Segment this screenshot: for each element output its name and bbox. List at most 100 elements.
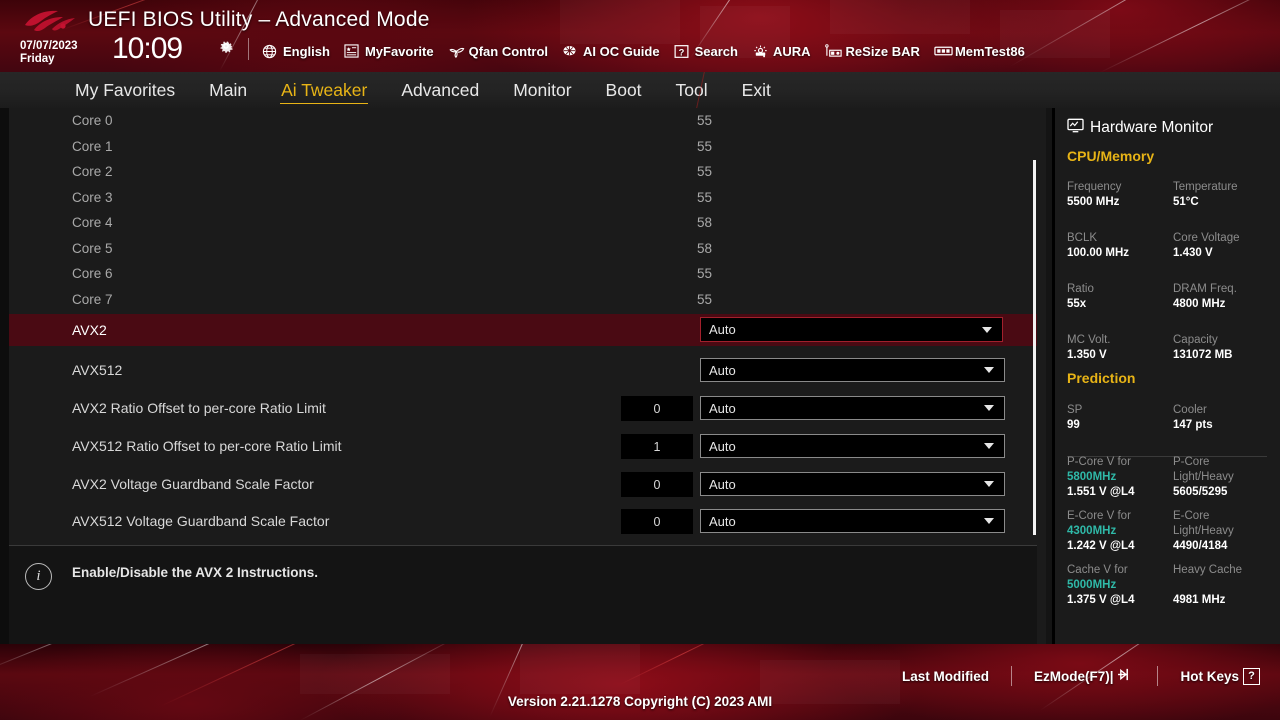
row-value: 55 — [697, 292, 713, 307]
table-row[interactable]: Core 3 55 — [9, 185, 1037, 210]
chevron-down-icon — [982, 326, 992, 333]
row-label: AVX2 Ratio Offset to per-core Ratio Limi… — [72, 400, 326, 416]
table-row[interactable]: Core 5 58 — [9, 236, 1037, 261]
hardware-monitor-title: Hardware Monitor — [1067, 118, 1213, 138]
row-label: Core 5 — [72, 241, 113, 256]
dropdown-value: Auto — [709, 322, 736, 337]
table-row[interactable]: Core 1 55 — [9, 134, 1037, 159]
footer-streak — [89, 644, 365, 697]
tab-main[interactable]: Main — [192, 78, 264, 102]
system-clock: 10:09 — [112, 32, 183, 65]
setting-row-avx512[interactable]: AVX512 Auto — [9, 351, 1037, 389]
header-streak — [1099, 0, 1280, 72]
tab-my-favorites[interactable]: My Favorites — [58, 78, 192, 102]
hot-keys-button[interactable]: Hot Keys ? — [1180, 667, 1260, 685]
last-modified-button[interactable]: Last Modified — [902, 669, 989, 684]
setting-row-avx512-ratio-offset[interactable]: AVX512 Ratio Offset to per-core Ratio Li… — [9, 427, 1037, 465]
hw-frequency: Frequency 5500 MHz — [1067, 180, 1121, 210]
hw-key: Frequency — [1067, 181, 1122, 193]
row-label: AVX2 — [72, 322, 107, 338]
tab-monitor[interactable]: Monitor — [496, 78, 588, 102]
dropdown-value: Auto — [709, 362, 736, 378]
avx512-voltage-guardband-input[interactable]: 0 — [621, 509, 693, 534]
tab-exit[interactable]: Exit — [725, 78, 788, 102]
header-item-ai-oc-guide[interactable]: AI OC Guide — [562, 44, 660, 59]
hw-value: 4981 MHz — [1173, 594, 1226, 606]
setting-row-avx2-ratio-offset[interactable]: AVX2 Ratio Offset to per-core Ratio Limi… — [9, 389, 1037, 427]
hw-ecore-light-heavy: E-Core Light/Heavy 4490/4184 — [1173, 509, 1234, 554]
dropdown-value: Auto — [709, 476, 736, 492]
settings-list: Core 0 55 Core 1 55 Core 2 55 Core 3 55 … — [9, 108, 1037, 542]
table-row[interactable]: Core 2 55 — [9, 159, 1037, 184]
hw-key: P-Core — [1173, 456, 1210, 468]
memory-icon — [934, 44, 953, 59]
hw-key: Core Voltage — [1173, 232, 1240, 244]
hw-value: 51°C — [1173, 196, 1199, 208]
header-item-memtest86[interactable]: MemTest86 — [934, 44, 1025, 59]
avx512-voltage-guardband-dropdown[interactable]: Auto — [700, 509, 1005, 533]
hw-ecore-voltage: E-Core V for 4300MHz 1.242 V @L4 — [1067, 509, 1134, 554]
hardware-monitor-panel: Hardware Monitor CPU/Memory Frequency 55… — [1052, 108, 1280, 644]
header-item-english[interactable]: English — [262, 44, 330, 59]
avx512-ratio-offset-dropdown[interactable]: Auto — [700, 434, 1005, 458]
avx512-dropdown[interactable]: Auto — [700, 358, 1005, 382]
avx2-voltage-guardband-dropdown[interactable]: Auto — [700, 472, 1005, 496]
rog-logo — [22, 8, 78, 36]
hw-cooler: Cooler 147 pts — [1173, 403, 1213, 433]
left-rail — [0, 108, 9, 644]
row-value: 55 — [697, 190, 713, 205]
hw-highlight: 5800MHz — [1067, 471, 1117, 483]
header-item-search[interactable]: ? Search — [674, 44, 738, 59]
header-item-myfavorite[interactable]: MyFavorite — [344, 44, 434, 59]
hw-value: 1.242 V @L4 — [1067, 540, 1135, 552]
header-item-label: MyFavorite — [364, 43, 434, 59]
avx2-dropdown[interactable]: Auto — [700, 317, 1003, 342]
gear-icon[interactable] — [218, 38, 234, 54]
scrollbar-thumb[interactable] — [1033, 160, 1036, 535]
avx512-ratio-offset-input[interactable]: 1 — [621, 434, 693, 459]
hw-value: 1.551 V @L4 — [1067, 486, 1135, 498]
hw-bclk: BCLK 100.00 MHz — [1067, 231, 1129, 261]
date-value: 07/07/2023 — [20, 40, 78, 52]
hw-section-prediction-title: Prediction — [1067, 370, 1136, 386]
tab-tool[interactable]: Tool — [659, 78, 725, 102]
row-label: Core 1 — [72, 139, 113, 154]
hot-keys-label: Hot Keys — [1180, 668, 1239, 684]
row-label: Core 6 — [72, 266, 113, 281]
tab-advanced[interactable]: Advanced — [384, 78, 496, 102]
avx2-voltage-guardband-input[interactable]: 0 — [621, 472, 693, 497]
table-row[interactable]: Core 4 58 — [9, 210, 1037, 235]
header-streak — [1009, 0, 1271, 67]
avx2-ratio-offset-dropdown[interactable]: Auto — [700, 396, 1005, 420]
hw-sp: SP 99 — [1067, 403, 1082, 433]
setting-row-avx2[interactable]: AVX2 Auto — [9, 314, 1037, 346]
table-row[interactable]: Core 6 55 — [9, 261, 1037, 286]
hw-key: SP — [1067, 404, 1083, 416]
setting-row-avx2-voltage-guardband[interactable]: AVX2 Voltage Guardband Scale Factor 0 Au… — [9, 465, 1037, 503]
tab-boot[interactable]: Boot — [589, 78, 659, 102]
tab-ai-tweaker[interactable]: Ai Tweaker — [264, 78, 384, 104]
hw-mc-volt: MC Volt. 1.350 V — [1067, 333, 1110, 363]
header-item-qfan-control[interactable]: Qfan Control — [448, 44, 548, 59]
footer-links: Last Modified EzMode(F7)| Hot Keys ? — [902, 666, 1260, 686]
ezmode-button[interactable]: EzMode(F7)| — [1034, 667, 1136, 685]
avx2-ratio-offset-input[interactable]: 0 — [621, 396, 693, 421]
hw-key: Cooler — [1173, 404, 1207, 416]
header-item-label: AURA — [772, 43, 811, 59]
table-row[interactable]: Core 0 55 — [9, 108, 1037, 133]
hw-value: 1.375 V @L4 — [1067, 594, 1135, 606]
hw-temperature: Temperature 51°C — [1173, 180, 1238, 210]
row-label: Core 7 — [72, 292, 113, 307]
help-bar: i Enable/Disable the AVX 2 Instructions. — [9, 546, 1037, 644]
enter-arrow-icon — [1117, 667, 1135, 685]
info-icon: i — [25, 563, 52, 590]
header-item-aura[interactable]: AURA — [752, 44, 811, 59]
row-label: AVX512 Voltage Guardband Scale Factor — [72, 513, 330, 529]
setting-row-avx512-voltage-guardband[interactable]: AVX512 Voltage Guardband Scale Factor 0 … — [9, 502, 1037, 540]
table-row[interactable]: Core 7 55 — [9, 287, 1037, 312]
fan-icon — [448, 44, 464, 59]
hw-value: 100.00 MHz — [1067, 247, 1130, 259]
version-text: Version 2.21.1278 Copyright (C) 2023 AMI — [507, 694, 773, 709]
header-item-resize-bar[interactable]: ReSize BAR — [824, 44, 920, 59]
header-item-label: MemTest86 — [954, 43, 1025, 59]
